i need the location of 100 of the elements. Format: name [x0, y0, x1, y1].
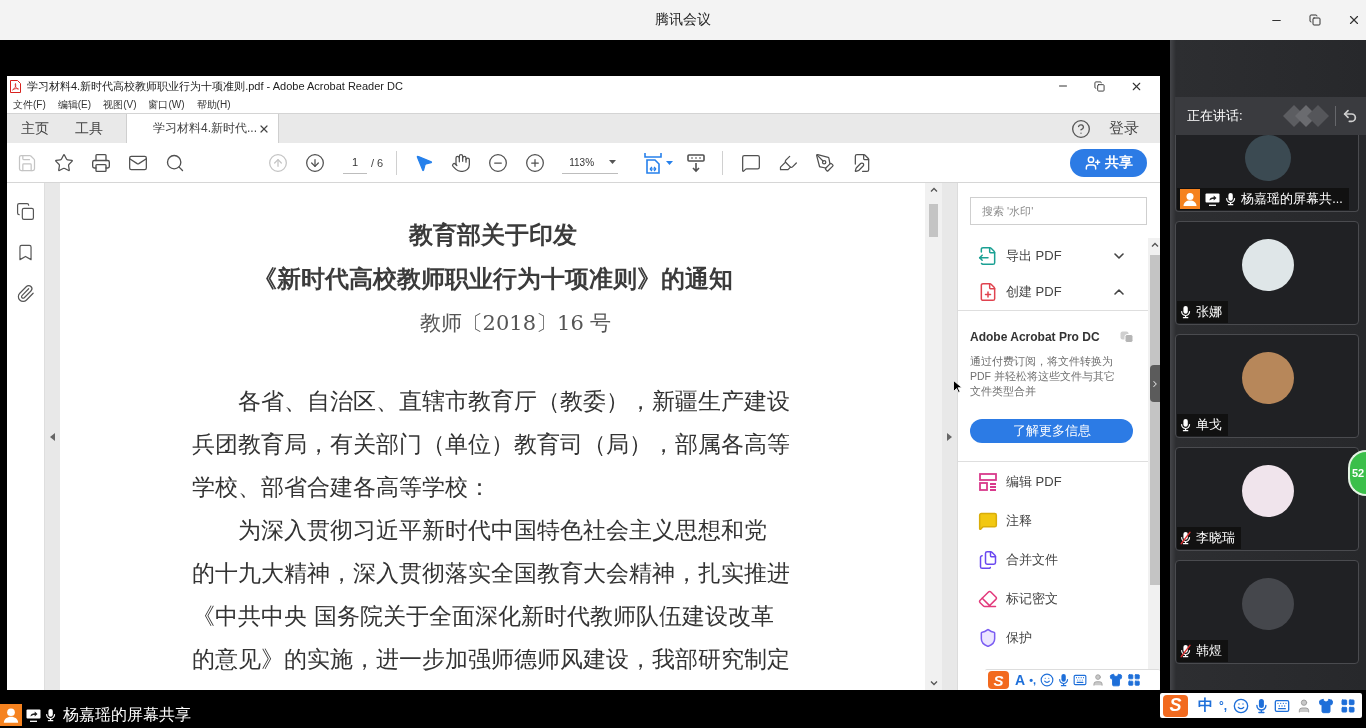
- participant-tile[interactable]: 韩煜: [1175, 560, 1359, 664]
- user-icon: [1180, 189, 1200, 209]
- avatar-placeholder: [1241, 239, 1294, 291]
- caret-icon[interactable]: [666, 160, 674, 165]
- search-field[interactable]: 搜索 '水印': [970, 197, 1147, 225]
- search-icon[interactable]: [165, 152, 185, 173]
- chevron-right-icon: [1150, 378, 1160, 389]
- zoom-field[interactable]: 113%: [562, 151, 619, 174]
- mic-icon[interactable]: [1180, 418, 1192, 432]
- tray-arrow-icon[interactable]: [686, 152, 707, 173]
- mic-icon[interactable]: [45, 708, 57, 722]
- mic-icon[interactable]: [1180, 305, 1192, 319]
- tab[interactable]: 学习材料4.新时代...: [126, 114, 279, 143]
- right-triangle-icon[interactable]: [947, 432, 952, 441]
- zoom-in-icon[interactable]: [525, 152, 546, 173]
- document-title: 教育部关于印发 《新时代高校教师职业行为十项准则》的通知: [251, 219, 734, 295]
- tool-item[interactable]: 导出 PDF: [958, 238, 1148, 274]
- screen-share-icon: [1205, 192, 1220, 206]
- shirt-icon[interactable]: [1317, 697, 1334, 714]
- menu-item[interactable]: 窗口(W): [148, 97, 185, 112]
- star-icon[interactable]: [54, 152, 74, 173]
- participant-tile[interactable]: 张娜: [1175, 221, 1359, 325]
- tab[interactable]: 主页: [7, 114, 61, 143]
- pen-nib-icon[interactable]: [815, 152, 836, 173]
- menu-item[interactable]: 视图(V): [103, 97, 137, 112]
- page-number-field[interactable]: 1: [343, 151, 367, 174]
- presenter-name: 杨嘉瑶的屏幕共享: [63, 704, 192, 725]
- document-number: 教师〔2018〕16 号: [418, 310, 613, 337]
- participant-tile[interactable]: 单戈: [1175, 334, 1359, 438]
- learn-more-button[interactable]: 了解更多信息: [970, 419, 1133, 443]
- grid-icon[interactable]: [1127, 673, 1142, 687]
- muted-mic-icon[interactable]: [1180, 644, 1192, 658]
- close-icon[interactable]: [1347, 13, 1361, 27]
- hand-icon[interactable]: [451, 152, 472, 173]
- avatar-placeholder: [1241, 352, 1294, 404]
- share-button[interactable]: 共享: [1070, 148, 1147, 177]
- tool-item[interactable]: 合并文件: [958, 540, 1148, 579]
- scrollbar-thumb[interactable]: [1149, 255, 1160, 585]
- speech-bubble-icon[interactable]: [741, 152, 762, 173]
- bookmark-icon[interactable]: [16, 243, 35, 262]
- speaking-label: 正在讲话:: [1187, 107, 1244, 125]
- paragraph: 为深入贯彻习近平新时代中国特色社会主义思想和党 的十九大精神，深入贯彻落实全国教育大会精神，扎实推进 《中共中央 国务院关于全面深化新时代教师队伍建设改革 的意见》的实施，进一步加强师德师风建设，我部研究制定: [192, 516, 791, 674]
- restore-icon[interactable]: [1309, 14, 1321, 26]
- window-title: 学习材料4.新时代高校教师职业行为十项准则.pdf - Adobe Acrobat Reader DC: [27, 78, 403, 94]
- keyboard-icon[interactable]: [1273, 697, 1290, 714]
- participant-name: 杨嘉瑶的屏幕共...: [1241, 190, 1343, 208]
- tool-item[interactable]: 编辑 PDF: [958, 462, 1148, 501]
- file-plus-icon: [978, 282, 998, 302]
- participant-name: 韩煜: [1196, 642, 1223, 660]
- participant-tile[interactable]: 杨嘉瑶的屏幕共...: [1175, 135, 1359, 212]
- smiley-icon[interactable]: [1040, 673, 1055, 687]
- speech-bubble-icon: [978, 510, 998, 531]
- scroll-up-icon[interactable]: [1150, 242, 1159, 247]
- participant-name: 张娜: [1196, 303, 1223, 321]
- paperclip-icon[interactable]: [16, 284, 35, 303]
- tool-item[interactable]: 注释: [958, 501, 1148, 540]
- tool-item[interactable]: 保护: [958, 618, 1148, 657]
- muted-mic-icon[interactable]: [1180, 531, 1192, 545]
- grid-icon[interactable]: [1339, 697, 1356, 714]
- speaking-avatars-icon: [1283, 105, 1329, 127]
- input-mode-toggle[interactable]: 中: [1198, 696, 1213, 715]
- punctuation-toggle[interactable]: °,: [1219, 698, 1228, 713]
- promo-title: Adobe Acrobat Pro DC: [970, 330, 1100, 344]
- pdf-file-icon: [10, 79, 21, 93]
- page-total: / 6: [371, 156, 384, 169]
- help-icon[interactable]: [1071, 118, 1091, 139]
- left-triangle-icon[interactable]: [50, 432, 55, 441]
- sign-in-button[interactable]: 登录: [1109, 119, 1139, 138]
- tool-item[interactable]: 标记密文: [958, 579, 1148, 618]
- eraser-icon: [978, 588, 998, 609]
- caret-icon[interactable]: [609, 160, 617, 164]
- pages-icon[interactable]: [16, 202, 35, 221]
- scroll-down-icon[interactable]: [929, 681, 938, 686]
- screen-share-icon: [26, 708, 41, 722]
- shirt-icon[interactable]: [1109, 673, 1124, 687]
- smiley-icon[interactable]: [1233, 697, 1250, 714]
- keyboard-icon[interactable]: [1073, 673, 1088, 687]
- reply-arrow-icon[interactable]: [1342, 108, 1358, 124]
- overlapping-squares-icon: [1120, 331, 1134, 343]
- promo-text: 通过付费订阅，将文件转换为 PDF 并轻松将这些文件与其它文件类型合并: [970, 354, 1116, 399]
- collapse-panel-button[interactable]: [1150, 365, 1160, 402]
- zoom-out-icon[interactable]: [488, 152, 509, 173]
- menu-item[interactable]: 编辑(E): [57, 97, 92, 112]
- restore-icon[interactable]: [1094, 80, 1105, 92]
- input-mode-toggle[interactable]: A: [1015, 672, 1026, 688]
- tool-item[interactable]: 创建 PDF: [958, 274, 1148, 310]
- shield-icon: [978, 627, 998, 648]
- user-plus-icon: [1084, 154, 1101, 171]
- scrollbar-thumb[interactable]: [929, 204, 938, 237]
- menu-item[interactable]: 文件(F): [13, 97, 46, 112]
- file-export-icon: [978, 246, 998, 266]
- print-icon[interactable]: [91, 152, 111, 173]
- paragraph: 各省、自治区、直辖市教育厅（教委），新疆生产建设 兵团教育局，有关部门（单位）教育司（局），部属各高等 学校、部省合建各高等学校：: [192, 387, 791, 502]
- menu-item[interactable]: 帮助(H): [196, 97, 231, 112]
- user-icon: [0, 704, 22, 726]
- punctuation-toggle[interactable]: •,: [1029, 674, 1037, 686]
- mic-icon[interactable]: [1225, 192, 1237, 206]
- tab[interactable]: 工具: [61, 114, 115, 143]
- fit-page-icon[interactable]: [642, 151, 665, 174]
- scroll-up-icon[interactable]: [929, 187, 938, 192]
